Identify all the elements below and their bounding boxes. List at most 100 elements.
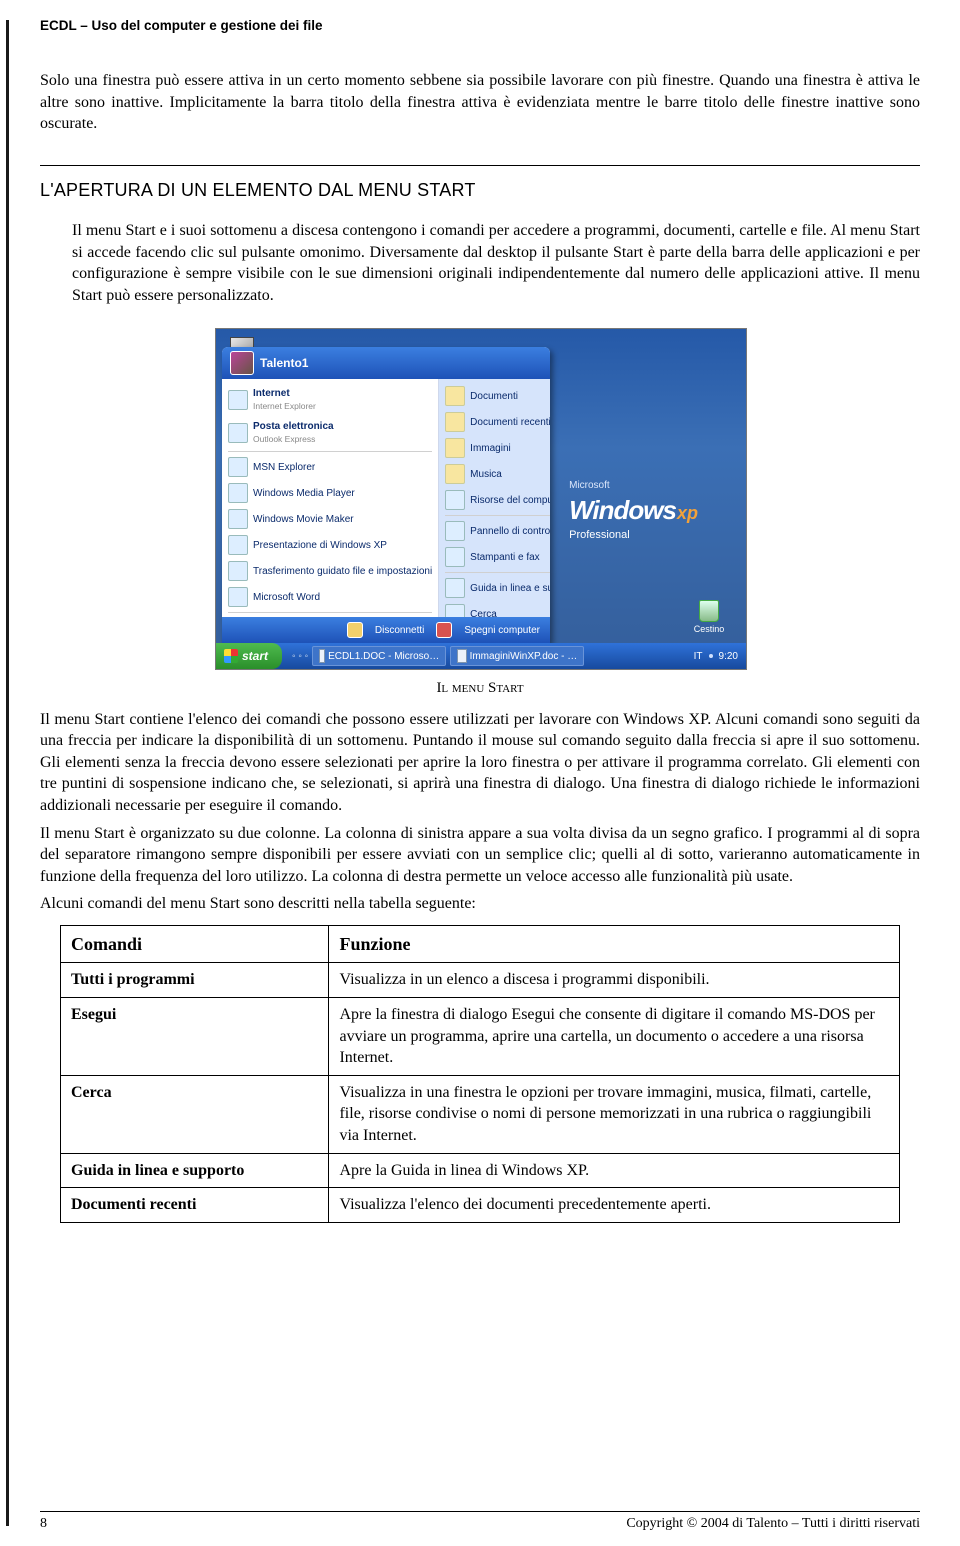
table-header-commands: Comandi — [61, 926, 329, 963]
transfer-icon — [228, 561, 248, 581]
cmd-name: Cerca — [61, 1075, 329, 1153]
section-paragraph-1: Il menu Start e i suoi sottomenu a disce… — [72, 220, 920, 306]
menu-item-documents[interactable]: Documenti — [443, 383, 550, 409]
menu-item-label: Presentazione di Windows XP — [253, 539, 387, 553]
commands-table-wrap: Comandi Funzione Tutti i programmi Visua… — [60, 925, 900, 1223]
table-header-row: Comandi Funzione — [61, 926, 900, 963]
section-rule — [40, 165, 920, 166]
document-body: Solo una finestra può essere attiva in u… — [40, 0, 920, 1223]
menu-item-msn[interactable]: MSN Explorer — [226, 454, 434, 480]
menu-item-label: Guida in linea e supporto… — [470, 582, 550, 596]
windows-flag-icon — [224, 649, 238, 663]
cmd-name: Guida in linea e supporto — [61, 1153, 329, 1188]
shutdown-button[interactable]: Spegni computer — [464, 624, 540, 638]
menu-item-tour[interactable]: Presentazione di Windows XP — [226, 532, 434, 558]
menu-item-pictures[interactable]: Immagini — [443, 435, 550, 461]
folder-icon — [445, 412, 465, 432]
menu-separator — [228, 612, 432, 613]
cmd-desc: Visualizza in un elenco a discesa i prog… — [329, 963, 900, 998]
menu-item-label: Immagini — [470, 442, 511, 456]
trash-label: Cestino — [694, 624, 725, 634]
paragraph-after-1: Il menu Start contiene l'elenco dei coma… — [40, 709, 920, 817]
menu-item-transfer[interactable]: Trasferimento guidato file e impostazion… — [226, 558, 434, 584]
logo-professional: Professional — [569, 528, 698, 543]
folder-icon — [445, 386, 465, 406]
start-menu: Talento1 Internet Internet Explorer Posta… — [222, 347, 550, 643]
clock: 9:20 — [719, 650, 738, 664]
menu-item-printers[interactable]: Stampanti e fax — [443, 544, 550, 570]
menu-item-label: MSN Explorer — [253, 461, 315, 475]
menu-item-music[interactable]: Musica — [443, 461, 550, 487]
menu-item-sublabel: Outlook Express — [253, 434, 334, 445]
menu-item-sublabel: Internet Explorer — [253, 401, 316, 412]
start-button-label: start — [242, 648, 268, 664]
logo-xp: xp — [677, 503, 698, 523]
menu-separator — [228, 451, 432, 452]
language-indicator[interactable]: IT — [694, 650, 703, 664]
intro-paragraph: Solo una finestra può essere attiva in u… — [40, 70, 920, 135]
menu-item-label: Posta elettronica — [253, 421, 334, 432]
windows-logo: Microsoft Windowsxp Professional — [569, 479, 698, 542]
computer-icon — [445, 490, 465, 510]
paragraph-after-3: Alcuni comandi del menu Start sono descr… — [40, 893, 920, 915]
figure-caption: Il menu Start — [40, 678, 920, 698]
doc-icon — [457, 649, 466, 663]
logo-ms: Microsoft — [569, 479, 698, 493]
menu-item-moviemaker[interactable]: Windows Movie Maker — [226, 506, 434, 532]
start-menu-right-column: Documenti Documenti recenti Immagini Mus… — [439, 379, 550, 617]
shutdown-icon — [436, 622, 452, 638]
menu-item-internet[interactable]: Internet Internet Explorer — [226, 383, 434, 416]
logo-windows: Windows — [569, 495, 676, 525]
quicklaunch[interactable]: ◦ ◦ ◦ — [292, 650, 308, 664]
table-row: Esegui Apre la finestra di dialogo Esegu… — [61, 997, 900, 1075]
menu-item-label: Musica — [470, 468, 502, 482]
tray-icon — [709, 654, 713, 658]
moviemaker-icon — [228, 509, 248, 529]
section-title: L'APERTURA DI UN ELEMENTO DAL MENU START — [40, 178, 920, 202]
cmd-name: Tutti i programmi — [61, 963, 329, 998]
menu-item-controlpanel[interactable]: Pannello di controllo — [443, 518, 550, 544]
menu-item-mycomputer[interactable]: Risorse del computer — [443, 487, 550, 513]
copyright: Copyright © 2004 di Talento – Tutti i di… — [626, 1516, 920, 1532]
menu-item-label: Windows Media Player — [253, 487, 355, 501]
system-tray[interactable]: IT 9:20 — [686, 650, 746, 664]
menu-item-label: Internet — [253, 388, 290, 399]
help-icon — [445, 578, 465, 598]
recycle-bin[interactable]: Cestino — [692, 600, 726, 635]
logoff-button[interactable]: Disconnetti — [375, 624, 424, 638]
start-menu-header: Talento1 — [222, 347, 550, 379]
menu-item-word[interactable]: Microsoft Word — [226, 584, 434, 610]
taskbar-item-label: ImmaginiWinXP.doc - … — [470, 650, 578, 664]
menu-separator — [445, 572, 550, 573]
mail-icon — [228, 423, 248, 443]
cmd-desc: Apre la Guida in linea di Windows XP. — [329, 1153, 900, 1188]
menu-item-email[interactable]: Posta elettronica Outlook Express — [226, 416, 434, 449]
table-row: Tutti i programmi Visualizza in un elenc… — [61, 963, 900, 998]
taskbar-item-label: ECDL1.DOC - Microso… — [328, 650, 439, 664]
folder-icon — [445, 438, 465, 458]
start-menu-footer: Disconnetti Spegni computer — [222, 617, 550, 643]
controlpanel-icon — [445, 521, 465, 541]
table-row: Cerca Visualizza in una finestra le opzi… — [61, 1075, 900, 1153]
cmd-name: Documenti recenti — [61, 1188, 329, 1223]
menu-item-wmp[interactable]: Windows Media Player — [226, 480, 434, 506]
menu-item-label: Microsoft Word — [253, 591, 320, 605]
menu-item-recent[interactable]: Documenti recenti — [443, 409, 550, 435]
wmp-icon — [228, 483, 248, 503]
page-footer: 8 Copyright © 2004 di Talento – Tutti i … — [40, 1511, 920, 1532]
menu-item-label: Risorse del computer — [470, 494, 550, 508]
table-row: Guida in linea e supporto Apre la Guida … — [61, 1153, 900, 1188]
cmd-desc: Visualizza l'elenco dei documenti preced… — [329, 1188, 900, 1223]
ie-icon — [228, 390, 248, 410]
menu-item-help[interactable]: Guida in linea e supporto… — [443, 575, 550, 601]
cmd-name: Esegui — [61, 997, 329, 1075]
taskbar-item-word1[interactable]: ECDL1.DOC - Microso… — [312, 646, 446, 666]
printer-icon — [445, 547, 465, 567]
tour-icon — [228, 535, 248, 555]
start-button[interactable]: start — [216, 643, 282, 669]
user-avatar-icon — [230, 351, 254, 375]
taskbar-item-word2[interactable]: ImmaginiWinXP.doc - … — [450, 646, 584, 666]
menu-item-label: Stampanti e fax — [470, 551, 539, 565]
section-title-text: L'APERTURA DI UN ELEMENTO DAL MENU START — [40, 180, 476, 200]
page: ECDL – Uso del computer e gestione dei f… — [0, 0, 960, 1546]
